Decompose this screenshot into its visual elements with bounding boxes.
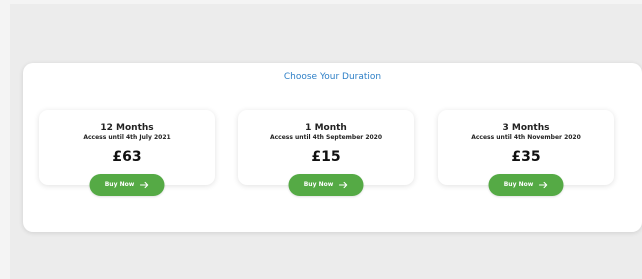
- plan-access-date: Access until 4th July 2021: [83, 134, 171, 141]
- buy-now-label: Buy Now: [104, 181, 135, 188]
- plan-title: 12 Months: [100, 123, 154, 133]
- plan-price: £35: [511, 149, 541, 165]
- plan-access-date: Access until 4th November 2020: [471, 134, 581, 141]
- plan-card-1-month: 1 Month Access until 4th September 2020 …: [238, 110, 414, 196]
- plan-card-3-months: 3 Months Access until 4th November 2020 …: [438, 110, 614, 196]
- arrow-right-icon: [139, 181, 149, 189]
- plan-access-date: Access until 4th September 2020: [269, 134, 383, 141]
- duration-panel: Choose Your Duration 12 Months Access un…: [23, 63, 642, 232]
- arrow-right-icon: [538, 181, 548, 189]
- arrow-right-icon: [338, 181, 348, 189]
- plan-title: 3 Months: [502, 123, 550, 133]
- buy-now-label: Buy Now: [503, 181, 534, 188]
- buy-now-label: Buy Now: [303, 181, 334, 188]
- buy-now-button[interactable]: Buy Now: [89, 174, 165, 196]
- plan-price: £15: [311, 149, 341, 165]
- buy-now-button[interactable]: Buy Now: [488, 174, 564, 196]
- buy-now-button[interactable]: Buy Now: [288, 174, 364, 196]
- plan-card-12-months: 12 Months Access until 4th July 2021 £63…: [39, 110, 215, 196]
- plan-title: 1 Month: [305, 123, 347, 133]
- plan-price: £63: [112, 149, 142, 165]
- page-title: Choose Your Duration: [283, 72, 382, 82]
